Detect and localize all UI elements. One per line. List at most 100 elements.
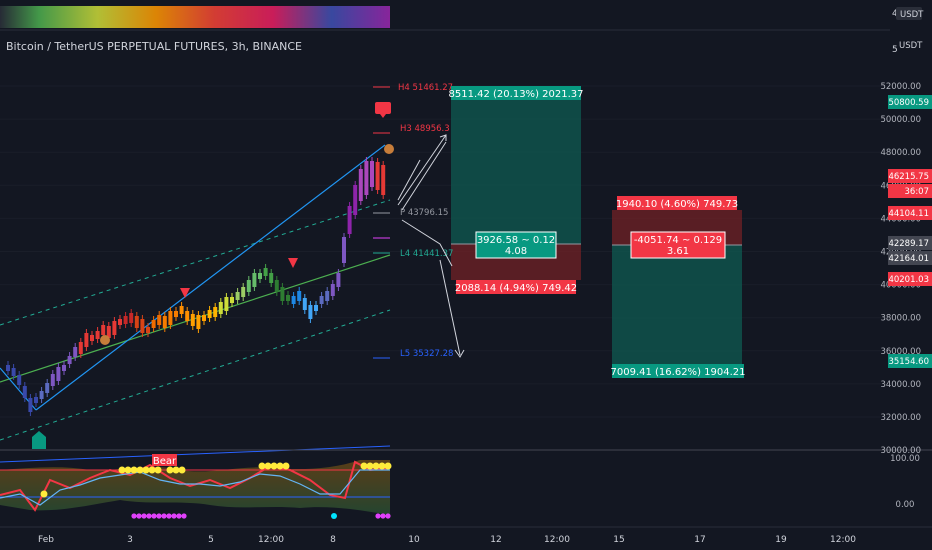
price-grid <box>0 85 890 451</box>
currency-main-badge[interactable]: USDT <box>899 41 923 51</box>
candle <box>241 287 246 297</box>
scale-mark: 5 <box>892 45 898 55</box>
candle <box>28 398 33 412</box>
svg-text:35154.60: 35154.60 <box>888 357 929 367</box>
symbol-title[interactable]: Bitcoin / TetherUS PERPETUAL FUTURES, 3h… <box>6 40 302 53</box>
osc-dot <box>360 462 368 470</box>
svg-text:42164.01: 42164.01 <box>888 254 929 264</box>
time-tick: 19 <box>775 535 787 545</box>
candle <box>34 397 38 403</box>
cycle-dot <box>146 513 152 519</box>
candle <box>129 313 134 323</box>
cycle-dot <box>156 513 162 519</box>
candle <box>224 297 229 311</box>
time-tick: 12:00 <box>544 535 570 545</box>
candle <box>258 273 262 279</box>
osc-dot <box>40 490 48 498</box>
trend-line[interactable] <box>35 144 386 411</box>
candle <box>218 302 223 314</box>
currency-top-badge[interactable]: USDT <box>900 10 924 20</box>
candle <box>330 284 335 296</box>
candle <box>190 314 195 326</box>
cycle-dot <box>161 513 167 519</box>
candle <box>39 391 44 399</box>
svg-text:46215.75: 46215.75 <box>888 172 929 182</box>
time-tick: 5 <box>208 535 214 545</box>
short-stop-label: 1940.10 (4.60%) 749.73 <box>616 199 738 210</box>
long-rr-label: 4.08 <box>505 246 527 257</box>
level-l5: L5 35327.28 <box>400 349 453 359</box>
volume-rainbow-strip <box>0 6 390 28</box>
candle <box>140 319 145 333</box>
cycle-dot <box>151 513 157 519</box>
candle <box>179 306 184 314</box>
bear-flag-icon <box>375 102 391 114</box>
time-tick: 8 <box>330 535 336 545</box>
price-label: 42289.17 <box>888 236 932 250</box>
cycle-dot <box>171 513 177 519</box>
oscillator-pane[interactable]: Bear <box>0 454 392 519</box>
short-target-zone <box>612 245 742 365</box>
channel-mid-line[interactable] <box>0 254 391 383</box>
candle <box>84 333 89 347</box>
price-label: 35154.60 <box>888 354 932 368</box>
time-tick: 10 <box>408 535 420 545</box>
osc-dot <box>166 466 174 474</box>
long-stop-label: 2088.14 (4.94%) 749.42 <box>455 283 577 294</box>
candle <box>263 268 268 276</box>
price-tick: 34000.00 <box>880 380 921 390</box>
osc-dot <box>124 466 132 474</box>
svg-text:40201.03: 40201.03 <box>888 275 929 285</box>
candle <box>213 307 218 317</box>
price-label: 46215.75 <box>888 169 932 183</box>
candle <box>78 342 83 354</box>
candle <box>297 291 302 301</box>
candle <box>325 291 330 301</box>
price-tick: 38000.00 <box>880 314 921 324</box>
candle <box>45 383 50 393</box>
time-tick: 12:00 <box>258 535 284 545</box>
osc-dot <box>148 466 156 474</box>
svg-text:50800.59: 50800.59 <box>888 98 929 108</box>
price-label: 40201.03 <box>888 272 932 286</box>
price-label: 42164.01 <box>888 251 932 265</box>
candle <box>291 296 296 304</box>
candle <box>196 315 201 329</box>
price-axis-labels: 50800.59 46215.75 36:07 44104.11 42289.17 421… <box>888 95 932 368</box>
bear-emoji-icon <box>100 335 110 345</box>
candle <box>11 368 16 376</box>
osc-band <box>0 460 390 515</box>
candle <box>95 331 100 339</box>
time-axis[interactable]: Feb 3 5 12:00 8 10 12 12:00 15 17 19 12:00 <box>38 535 856 545</box>
candle <box>319 296 324 304</box>
time-tick: Feb <box>38 535 54 545</box>
candle <box>67 356 72 364</box>
price-label: 36:07 <box>888 184 932 198</box>
candle <box>101 325 106 335</box>
candle <box>235 292 240 300</box>
osc-dot <box>282 462 290 470</box>
price-axis[interactable]: 52000.0050000.0048000.0046000.0044000.00… <box>880 82 921 456</box>
candle <box>157 315 162 325</box>
time-tick: 17 <box>694 535 705 545</box>
candle <box>353 185 358 215</box>
osc-dot <box>178 466 186 474</box>
short-target-label: 7009.41 (16.62%) 1904.21 <box>611 367 746 378</box>
candle <box>174 311 178 317</box>
candle <box>375 162 380 190</box>
candle <box>364 161 369 195</box>
cycle-dot <box>380 513 386 519</box>
candle <box>62 365 66 371</box>
price-label: 44104.11 <box>888 206 932 220</box>
candle <box>90 335 94 341</box>
time-tick: 15 <box>613 535 624 545</box>
candle <box>6 365 10 371</box>
osc-dot <box>264 462 272 470</box>
osc-dot <box>130 466 138 474</box>
candle <box>342 237 346 263</box>
osc-dot <box>136 466 144 474</box>
chart-canvas[interactable]: H4 51461.27 H3 48956.3 P 43796.15 L4 414… <box>0 0 932 550</box>
candle <box>134 316 139 328</box>
osc-dot <box>118 466 126 474</box>
candle <box>202 315 206 321</box>
